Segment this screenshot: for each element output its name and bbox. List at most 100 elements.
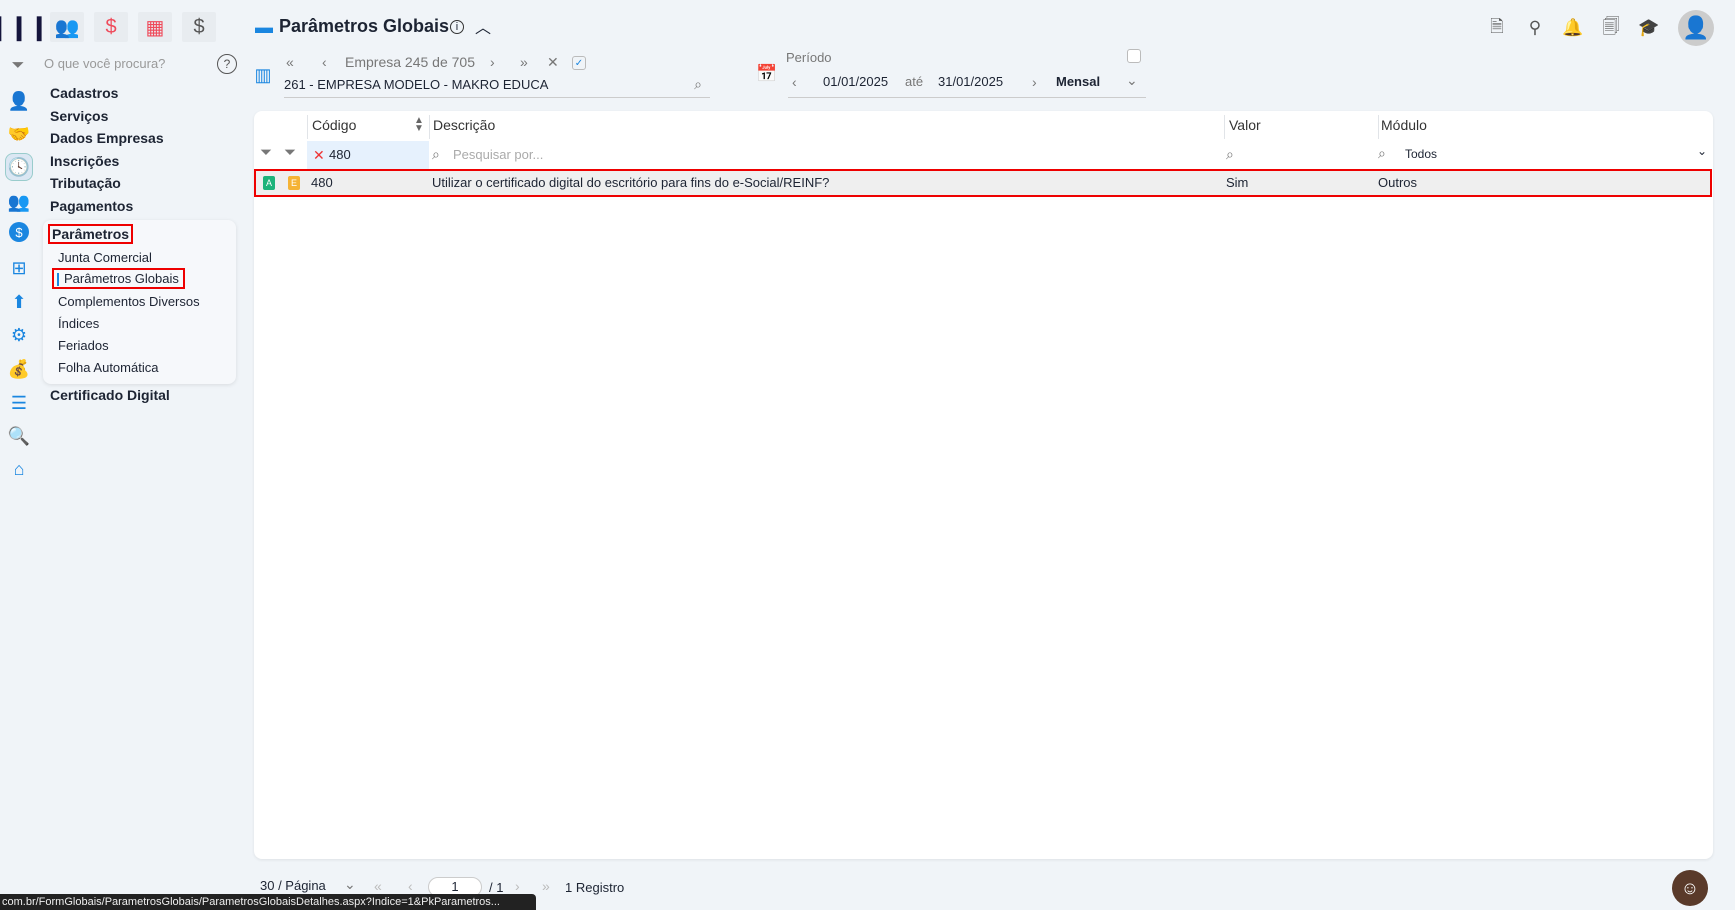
- chevron-down-icon[interactable]: ⌄: [1697, 144, 1707, 158]
- gear-network-icon[interactable]: ⚙: [6, 322, 32, 348]
- period-checkbox[interactable]: [1127, 49, 1141, 63]
- company-prev-button[interactable]: ‹: [322, 54, 327, 70]
- modulo-search-icon: ⌕: [1378, 145, 1386, 161]
- rocket-icon[interactable]: ⚲: [1523, 16, 1547, 40]
- dollar-icon[interactable]: $: [94, 12, 128, 42]
- chevron-down-icon[interactable]: ⌄: [1126, 72, 1138, 89]
- status-bar-url: com.br/FormGlobais/ParametrosGlobais/Par…: [0, 894, 536, 910]
- sidebar-item-servicos[interactable]: Serviços: [50, 108, 108, 124]
- status-badge-a: A: [263, 176, 275, 190]
- calculator-icon[interactable]: ▦: [138, 12, 172, 42]
- codigo-filter-input[interactable]: ✕ 480: [307, 141, 429, 169]
- clear-filter-icon[interactable]: ✕: [313, 147, 325, 164]
- company-first-button[interactable]: «: [286, 54, 294, 70]
- sidebar-item-dados-empresas[interactable]: Dados Empresas: [50, 130, 164, 146]
- monitor-icon: ▬: [255, 16, 273, 37]
- column-header-modulo[interactable]: Módulo: [1381, 117, 1427, 133]
- tax-arrow-icon[interactable]: ⬆: [6, 289, 32, 315]
- chevron-down-icon[interactable]: ⌄: [344, 876, 356, 893]
- next-page-button[interactable]: ›: [515, 878, 520, 894]
- search-icon: ⌕: [432, 146, 440, 162]
- user-avatar-icon[interactable]: 👤: [1678, 10, 1714, 46]
- page-title: Parâmetros Globais: [279, 16, 450, 36]
- submenu-parametros-globais[interactable]: Parâmetros Globais: [52, 268, 185, 289]
- help-icon[interactable]: ?: [217, 54, 237, 74]
- codigo-filter-value: 480: [329, 147, 351, 162]
- home-icon[interactable]: ⌂: [6, 456, 32, 482]
- info-icon[interactable]: i: [450, 20, 464, 34]
- sidebar-item-parametros[interactable]: Parâmetros: [47, 224, 134, 244]
- calculator-icon[interactable]: ⊞: [6, 255, 32, 281]
- column-header-codigo[interactable]: Código: [312, 117, 356, 133]
- sidebar-item-inscricoes[interactable]: Inscrições: [50, 153, 119, 169]
- cell-codigo: 480: [311, 175, 333, 190]
- period-next-button[interactable]: ›: [1032, 74, 1037, 90]
- user-settings-icon[interactable]: 👤: [6, 88, 32, 114]
- company-nav-label: Empresa 245 de 705: [345, 54, 475, 70]
- total-pages: / 1: [489, 880, 504, 895]
- sidebar-item-cadastros[interactable]: Cadastros: [50, 85, 118, 101]
- period-label: Período: [786, 50, 832, 65]
- dollar-circle-icon[interactable]: $: [9, 222, 29, 242]
- money-bag-icon[interactable]: $: [182, 12, 216, 42]
- first-page-button[interactable]: «: [374, 878, 382, 894]
- filter-icon[interactable]: ⏷: [260, 144, 272, 161]
- descricao-filter-input[interactable]: Pesquisar por...: [453, 147, 543, 162]
- submenu-complementos-diversos[interactable]: Complementos Diversos: [58, 294, 200, 309]
- sidebar-item-pagamentos[interactable]: Pagamentos: [50, 198, 133, 214]
- data-grid: Código ▲ ▼ Descrição Valor Módulo ⏷ ⏷ ✕ 4…: [254, 111, 1713, 859]
- cell-valor: Sim: [1226, 175, 1249, 190]
- bell-icon[interactable]: 🔔: [1561, 16, 1585, 40]
- users-icon[interactable]: 👥: [50, 12, 84, 42]
- search-icon[interactable]: ⌕: [694, 76, 702, 93]
- assistant-avatar-icon[interactable]: ☺: [1672, 870, 1708, 906]
- layers-icon[interactable]: ☰: [6, 390, 32, 416]
- graduation-cap-icon[interactable]: 🎓: [1637, 16, 1661, 40]
- company-name: 261 - EMPRESA MODELO - MAKRO EDUCA: [284, 77, 549, 92]
- submenu-folha-automatica[interactable]: Folha Automática: [58, 360, 158, 375]
- record-count: 1 Registro: [565, 880, 625, 895]
- logo-icon[interactable]: ❙❙❙: [0, 12, 49, 42]
- table-row[interactable]: A E 480 Utilizar o certificado digital d…: [254, 169, 1712, 197]
- sidebar-item-certificado-digital[interactable]: Certificado Digital: [50, 387, 170, 403]
- company-checkbox[interactable]: ✓: [572, 56, 586, 70]
- money-bag-icon[interactable]: 💰: [6, 356, 32, 382]
- cell-descricao: Utilizar o certificado digital do escrit…: [432, 175, 830, 190]
- building-icon: ▥: [254, 64, 272, 85]
- document-icon[interactable]: 🗎: [1485, 16, 1509, 40]
- period-end[interactable]: 31/01/2025: [938, 74, 1003, 89]
- period-prev-button[interactable]: ‹: [792, 74, 797, 90]
- modulo-filter-select[interactable]: Todos: [1405, 147, 1437, 161]
- submenu-feriados[interactable]: Feriados: [58, 338, 109, 353]
- sort-icon[interactable]: ▲ ▼: [414, 116, 424, 134]
- sidebar-item-tributacao[interactable]: Tributação: [50, 175, 121, 191]
- prev-page-button[interactable]: ‹: [408, 878, 413, 894]
- valor-search-icon[interactable]: ⌕: [1226, 146, 1234, 163]
- status-badge-e: E: [288, 176, 300, 190]
- filter-icon[interactable]: ⏷: [8, 56, 28, 76]
- calendar-icon: 📅: [756, 64, 778, 83]
- company-field[interactable]: 261 - EMPRESA MODELO - MAKRO EDUCA ⌕: [284, 76, 710, 98]
- magnifier-icon[interactable]: 🔍: [6, 423, 32, 449]
- search-document-icon[interactable]: 🗐: [1599, 16, 1623, 40]
- company-next-button[interactable]: ›: [490, 54, 495, 70]
- collapse-chevron-icon[interactable]: ︿: [474, 16, 492, 37]
- submenu-junta-comercial[interactable]: Junta Comercial: [58, 250, 152, 265]
- period-mode-select[interactable]: Mensal: [1056, 74, 1100, 89]
- filter-clear-icon[interactable]: ⏷: [284, 144, 296, 161]
- clock-icon[interactable]: 🕓: [5, 153, 33, 181]
- handshake-icon[interactable]: 🤝: [6, 121, 32, 147]
- people-icon[interactable]: 👥: [6, 189, 32, 215]
- menu-search-input[interactable]: O que você procura?: [44, 56, 165, 71]
- last-page-button[interactable]: »: [542, 878, 550, 894]
- period-start[interactable]: 01/01/2025: [823, 74, 888, 89]
- column-header-descricao[interactable]: Descrição: [433, 117, 495, 133]
- submenu-indices[interactable]: Índices: [58, 316, 99, 331]
- cell-modulo: Outros: [1378, 175, 1418, 190]
- company-clear-icon[interactable]: ✕: [547, 54, 559, 71]
- period-separator: até: [905, 74, 924, 89]
- submenu-label: Parâmetros Globais: [64, 271, 179, 286]
- page-size-select[interactable]: 30 / Página: [260, 878, 326, 893]
- column-header-valor[interactable]: Valor: [1229, 117, 1261, 133]
- company-last-button[interactable]: »: [520, 54, 528, 70]
